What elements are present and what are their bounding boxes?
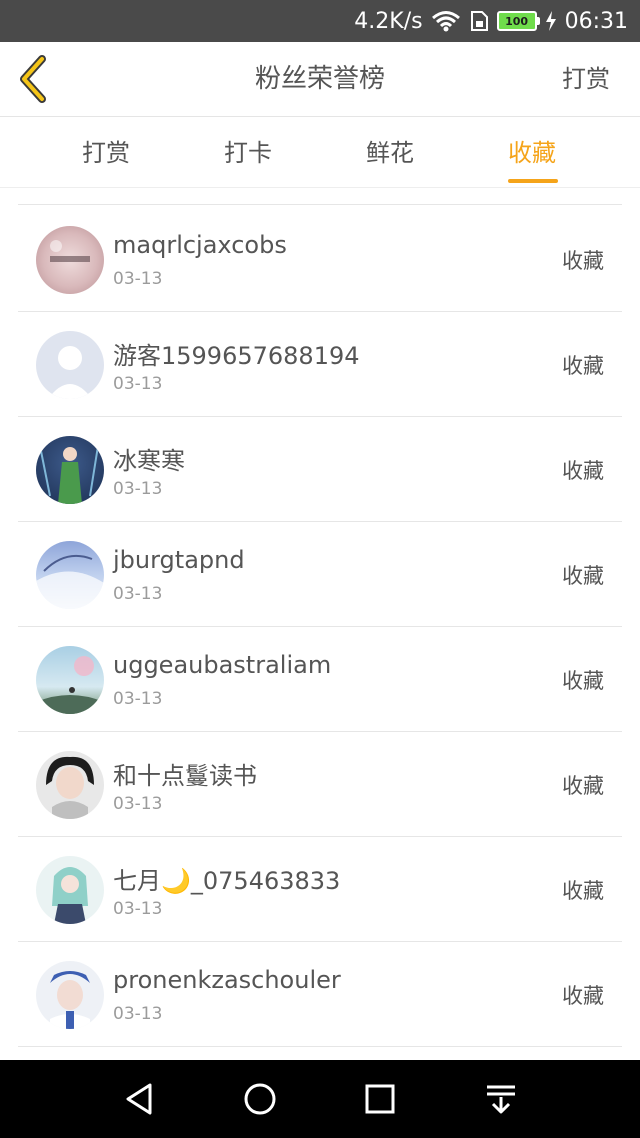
action-label: 收藏 — [562, 669, 604, 693]
avatar-art — [36, 555, 104, 609]
avatar-art — [50, 240, 90, 262]
list-item[interactable]: 游客1599657688194 03-13 收藏 — [18, 311, 622, 417]
action-label: 收藏 — [562, 459, 604, 483]
avatar-art — [52, 867, 88, 924]
avatar — [36, 856, 104, 924]
battery-icon: 100 — [496, 11, 540, 31]
tab-label: 收藏 — [508, 139, 556, 167]
avatar — [36, 541, 104, 609]
tab-flowers[interactable]: 鲜花 — [340, 117, 440, 187]
fan-date: 03-13 — [113, 374, 163, 394]
list-item[interactable]: 七月🌙_075463833 03-13 收藏 — [18, 836, 622, 942]
action-label: 收藏 — [562, 249, 604, 273]
avatar — [36, 646, 104, 714]
status-bar-right: 4.2K/s 100 06:31 — [354, 0, 628, 42]
list-item[interactable]: 冰寒寒 03-13 收藏 — [18, 416, 622, 522]
fan-name: pronenkzaschouler — [113, 966, 341, 994]
avatar-art — [46, 756, 94, 819]
sim-card-icon — [470, 11, 488, 31]
fan-date: 03-13 — [113, 899, 163, 919]
default-user-icon — [48, 346, 92, 399]
fan-date: 03-13 — [113, 794, 163, 814]
action-label: 收藏 — [562, 984, 604, 1008]
list-item[interactable]: pronenkzaschouler 03-13 收藏 — [18, 941, 622, 1047]
tab-favorites[interactable]: 收藏 — [482, 117, 582, 187]
clock: 06:31 — [564, 8, 628, 34]
action-label: 收藏 — [562, 354, 604, 378]
charging-icon — [545, 11, 556, 31]
tab-label: 打赏 — [82, 139, 130, 167]
action-label: 收藏 — [562, 564, 604, 588]
avatar-art — [39, 445, 99, 504]
tab-bar: 打赏 打卡 鲜花 收藏 — [0, 117, 640, 188]
fan-name: maqrlcjaxcobs — [113, 231, 287, 259]
fan-name: 和十点鬘读书 — [113, 762, 257, 790]
divider — [18, 204, 622, 205]
fan-date: 03-13 — [113, 689, 163, 709]
fan-date: 03-13 — [113, 479, 163, 499]
list-item[interactable]: 和十点鬘读书 03-13 收藏 — [18, 731, 622, 837]
avatar-art — [36, 656, 104, 714]
tab-label: 鲜花 — [366, 139, 414, 167]
fan-name: 七月🌙_075463833 — [113, 867, 341, 895]
fan-name: jburgtapnd — [113, 546, 245, 574]
fan-name: uggeaubastraliam — [113, 651, 332, 679]
fan-date: 03-13 — [113, 584, 163, 604]
back-icon[interactable] — [120, 1079, 160, 1119]
avatar — [36, 751, 104, 819]
page-title: 粉丝荣誉榜 — [254, 64, 385, 94]
wifi-icon — [431, 11, 460, 32]
action-label: 收藏 — [562, 879, 604, 903]
action-label: 收藏 — [562, 774, 604, 798]
home-icon[interactable] — [240, 1079, 280, 1119]
status-bar: 4.2K/s 100 06:31 — [0, 0, 640, 42]
fan-date: 03-13 — [113, 1004, 163, 1024]
avatar — [36, 226, 104, 294]
fan-date: 03-13 — [113, 269, 163, 289]
avatar — [36, 436, 104, 504]
network-speed: 4.2K/s — [354, 8, 423, 34]
fan-name: 冰寒寒 — [113, 447, 185, 475]
list-item[interactable]: jburgtapnd 03-13 收藏 — [18, 521, 622, 627]
system-nav-bar — [0, 1060, 640, 1138]
tab-checkin[interactable]: 打卡 — [198, 117, 298, 187]
notification-pulldown-icon[interactable] — [481, 1079, 521, 1119]
fan-name: 游客1599657688194 — [113, 342, 360, 370]
avatar-art — [50, 971, 90, 1029]
tab-label: 打卡 — [224, 139, 272, 167]
avatar — [36, 331, 104, 399]
battery-level: 100 — [505, 14, 529, 28]
tab-reward[interactable]: 打赏 — [56, 117, 156, 187]
list-item[interactable]: uggeaubastraliam 03-13 收藏 — [18, 626, 622, 732]
app-header: 粉丝荣誉榜 打赏 — [0, 42, 640, 117]
active-tab-indicator — [508, 179, 558, 183]
reward-button[interactable]: 打赏 — [562, 42, 610, 116]
list-item[interactable]: maqrlcjaxcobs 03-13 收藏 — [18, 206, 622, 312]
recents-icon[interactable] — [360, 1079, 400, 1119]
avatar — [36, 961, 104, 1029]
